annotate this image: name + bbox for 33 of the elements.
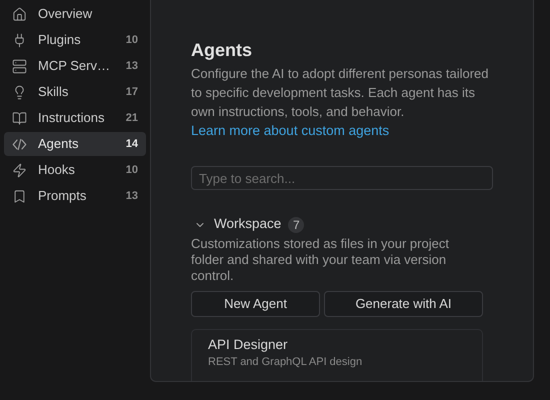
section-title[interactable]: Workspace	[214, 214, 282, 235]
bookmark-icon	[12, 188, 27, 204]
home-icon	[12, 6, 27, 22]
page-description: Configure the AI to adopt different personas tailored to specific development tasks. Each agent has its own instructions, tools, and behavior.	[191, 65, 490, 121]
learn-more-link[interactable]: Learn more about custom agents	[191, 121, 390, 140]
count-label: 21	[126, 110, 138, 126]
count-badge: 7	[288, 216, 304, 232]
book-icon	[12, 110, 27, 126]
sidebar-item[interactable]: Instructions 21	[4, 106, 146, 130]
server-icon	[12, 58, 27, 74]
agent-description: REST and GraphQL API design	[208, 354, 364, 370]
sidebar-item[interactable]: Hooks 10	[4, 158, 146, 182]
count-label: 13	[126, 58, 138, 74]
new-agent-button[interactable]: New Agent	[191, 290, 320, 316]
sidebar-item[interactable]: Prompts 13	[4, 184, 146, 208]
sidebar-item[interactable]: Plugins 10	[4, 28, 146, 52]
count-label: 14	[126, 136, 138, 152]
count-label: 10	[126, 162, 138, 178]
search-field[interactable]: Type to search...	[191, 166, 493, 190]
sidebar-item[interactable]: MCP Serv… 13	[4, 54, 146, 78]
agent-name: API Designer	[208, 336, 289, 354]
code-icon	[12, 136, 27, 152]
sidebar-item[interactable]: Skills 17	[4, 80, 146, 104]
count-label: 13	[126, 188, 138, 204]
section-description: Customizations stored as files in your project folder and shared with your team via version control.	[191, 236, 450, 284]
page-title: Agents	[191, 39, 254, 62]
agent-card[interactable]: API Designer REST and GraphQL API design	[191, 328, 483, 381]
sidebar-item[interactable]: Overview	[4, 2, 146, 26]
lightning-icon	[12, 162, 27, 178]
generate-button[interactable]: Generate with AI	[324, 290, 483, 316]
count-label: 17	[126, 84, 138, 100]
count-label: 10	[126, 32, 138, 48]
sidebar-item[interactable]: Agents 14	[4, 132, 146, 156]
